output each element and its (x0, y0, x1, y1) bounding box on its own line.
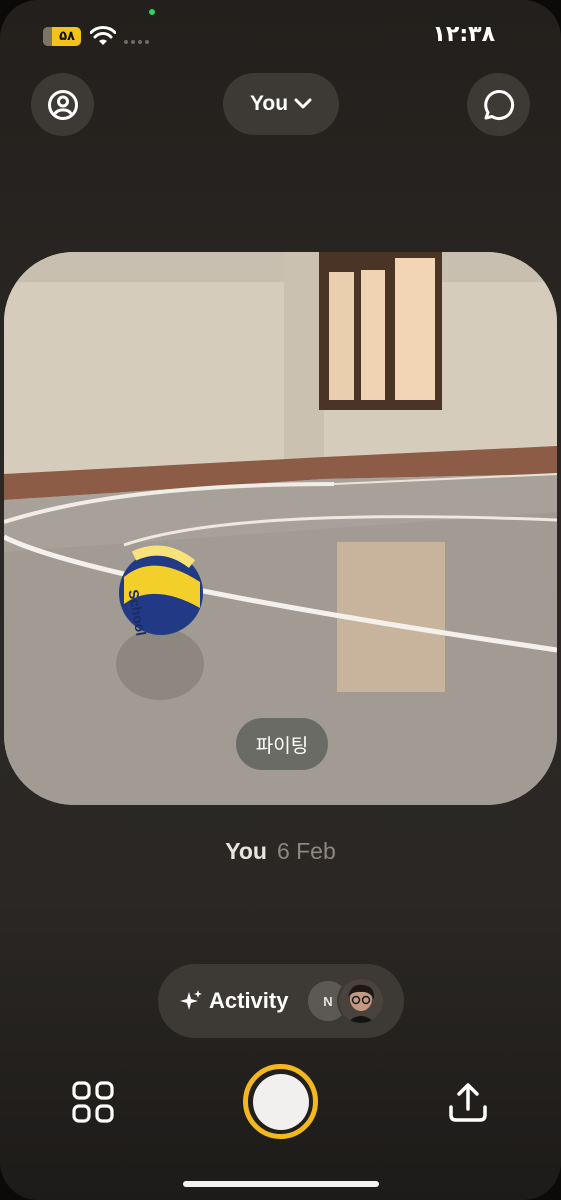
post-date: 6 Feb (276, 838, 336, 864)
cellular-signal-icon (124, 40, 149, 44)
status-bar: ۵۸ ۱۲:۳۸ (0, 0, 561, 60)
chat-bubble-icon (483, 89, 514, 120)
sparkle-icon (180, 990, 202, 1010)
share-icon[interactable] (446, 1081, 490, 1125)
battery-level: ۵۸ (59, 29, 75, 44)
friend-selector[interactable]: You (223, 73, 339, 135)
home-indicator[interactable] (183, 1181, 379, 1187)
chevron-down-icon (294, 98, 312, 109)
post-meta: You 6 Feb (0, 838, 561, 865)
post-author: You (225, 838, 267, 864)
chat-button[interactable] (467, 73, 530, 136)
camera-indicator-icon (149, 9, 155, 15)
friend-selector-label: You (249, 92, 289, 115)
shutter-button[interactable] (243, 1064, 318, 1139)
wifi-icon (90, 26, 116, 45)
post-photo[interactable]: School 파이팅 (4, 252, 557, 805)
activity-label: Activity (209, 988, 289, 1013)
grid-icon[interactable] (71, 1080, 115, 1124)
app-screen: ۵۸ ۱۲:۳۸ You School 파이팅 You 6 Feb Activi… (0, 0, 561, 1200)
photo-caption: 파이팅 (236, 718, 328, 770)
profile-button[interactable] (31, 73, 94, 136)
profile-icon (47, 89, 78, 120)
status-time: ۱۲:۳۸ (432, 22, 495, 47)
avatar (337, 977, 385, 1025)
battery-icon: ۵۸ (43, 27, 81, 46)
shutter-inner (252, 1073, 309, 1130)
